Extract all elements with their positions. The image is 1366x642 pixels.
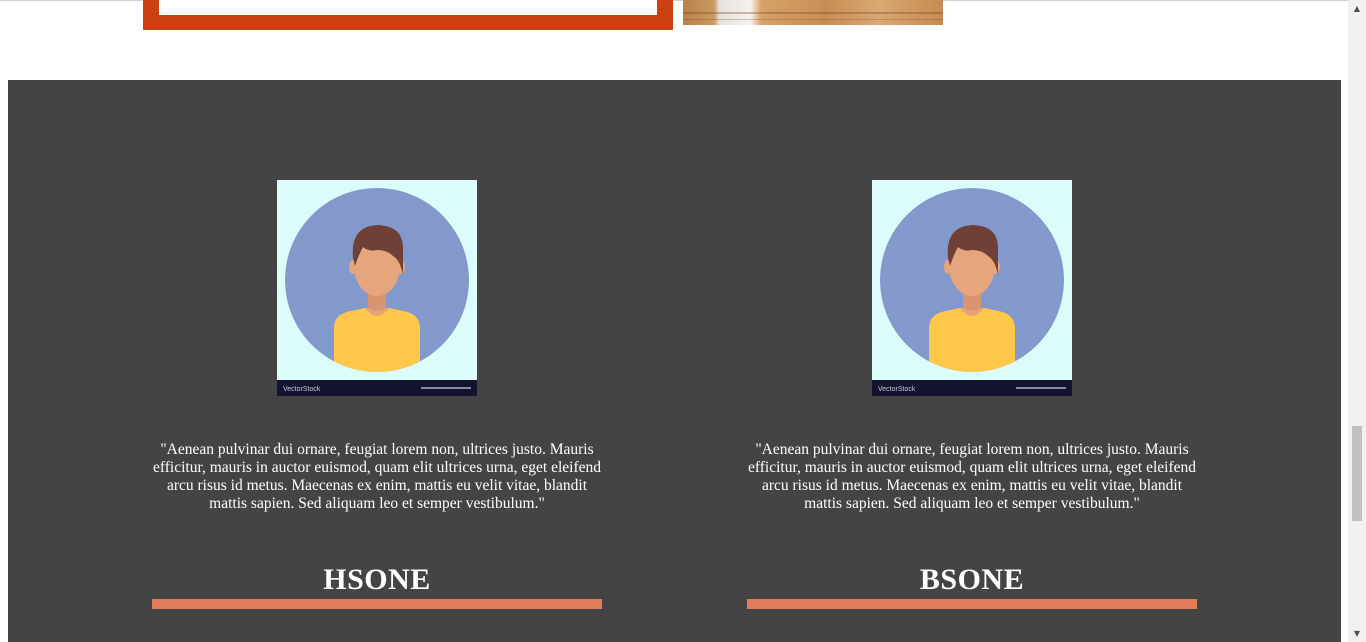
triangle-down-icon[interactable]: ▼ xyxy=(1348,625,1366,642)
name-underline xyxy=(747,599,1197,609)
orange-framed-box xyxy=(143,0,673,30)
page: VectorStock "Aenean pulvinar dui ornare,… xyxy=(0,0,1366,642)
watermark-text: VectorStock xyxy=(878,386,916,393)
triangle-up-icon[interactable]: ▲ xyxy=(1348,0,1366,17)
name-underline xyxy=(152,599,602,609)
testimonial-name: BSONE xyxy=(919,563,1025,596)
testimonials-section: VectorStock "Aenean pulvinar dui ornare,… xyxy=(8,80,1341,642)
watermark-text: VectorStock xyxy=(283,386,321,393)
testimonial-quote: "Aenean pulvinar dui ornare, feugiat lor… xyxy=(747,441,1196,512)
person-avatar-icon: VectorStock xyxy=(872,180,1072,396)
avatar: VectorStock xyxy=(277,180,477,396)
vertical-scrollbar[interactable]: ▲ ▼ xyxy=(1348,0,1366,642)
testimonial-card: VectorStock "Aenean pulvinar dui ornare,… xyxy=(747,80,1197,642)
testimonial-name: HSONE xyxy=(323,563,431,596)
framed-box-inner xyxy=(159,0,657,15)
person-avatar-icon: VectorStock xyxy=(277,180,477,396)
testimonial-card: VectorStock "Aenean pulvinar dui ornare,… xyxy=(152,80,602,642)
testimonial-quote: "Aenean pulvinar dui ornare, feugiat lor… xyxy=(152,441,601,512)
scrollbar-thumb[interactable] xyxy=(1352,426,1362,521)
avatar: VectorStock xyxy=(872,180,1072,396)
wood-photo xyxy=(683,0,943,25)
